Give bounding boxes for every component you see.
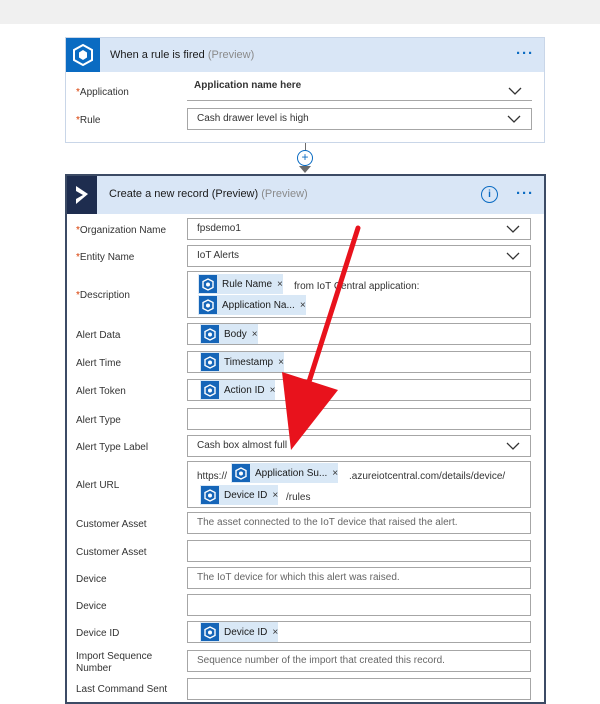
organization-name-dropdown[interactable]: fpsdemo1 [187,218,531,240]
alert-token-field[interactable]: Action ID × [187,379,531,401]
alert-time-field[interactable]: Timestamp × [187,351,531,373]
token-application-name[interactable]: Application Na... × [198,295,306,315]
iot-central-icon [201,623,219,641]
description-field[interactable]: Rule Name × from IoT Central application:… [187,271,531,318]
iot-central-icon [201,353,219,371]
iot-central-icon [201,486,219,504]
alert-type-label-label: Alert Type Label [76,442,149,453]
remove-token-icon[interactable]: × [270,385,276,396]
remove-token-icon[interactable]: × [252,329,258,340]
alert-data-field[interactable]: Body × [187,323,531,345]
trigger-header[interactable]: When a rule is fired (Preview) ··· [66,38,544,72]
remove-token-icon[interactable]: × [272,490,278,501]
trigger-card: When a rule is fired (Preview) ··· *Appl… [65,37,545,143]
chevron-down-icon [506,442,520,450]
dynamics-icon [67,176,97,214]
remove-token-icon[interactable]: × [277,279,283,290]
alert-url-label: Alert URL [76,480,120,491]
add-step-icon[interactable]: + [297,150,313,166]
description-label: *Description [76,290,130,301]
application-dropdown[interactable]: Application name here [187,79,532,101]
remove-token-icon[interactable]: × [332,468,338,479]
iot-central-icon [66,38,100,72]
connector-arrow-icon [299,166,311,173]
top-band [0,0,600,24]
chevron-down-icon [507,115,521,123]
rule-dropdown[interactable]: Cash drawer level is high [187,108,532,130]
action-header[interactable]: Create a new record (Preview) (Preview) … [67,176,544,214]
token-timestamp[interactable]: Timestamp × [200,352,284,372]
import-sequence-number-input[interactable]: Sequence number of the import that creat… [187,650,531,672]
remove-token-icon[interactable]: × [272,627,278,638]
application-label: *Application [76,87,129,98]
remove-token-icon[interactable]: × [300,300,306,311]
device-2-label: Device [76,601,107,612]
device-2-input[interactable] [187,594,531,616]
trigger-title: When a rule is fired (Preview) [110,49,255,61]
device-id-field[interactable]: Device ID × [187,621,531,643]
import-sequence-number-label: Import Sequence Number [76,651,153,674]
token-action-id[interactable]: Action ID × [200,380,276,400]
token-device-id[interactable]: Device ID × [200,622,279,642]
iot-central-icon [199,296,217,314]
remove-token-icon[interactable]: × [278,357,284,368]
alert-type-label: Alert Type [76,415,121,426]
rule-label: *Rule [76,115,101,126]
customer-asset-input[interactable]: The asset connected to the IoT device th… [187,512,531,534]
alert-type-field[interactable] [187,408,531,430]
chevron-down-icon [508,87,522,95]
device-label: Device [76,574,107,585]
more-options-icon[interactable]: ··· [516,45,534,62]
customer-asset-2-input[interactable] [187,540,531,562]
iot-central-icon [201,325,219,343]
token-device-id[interactable]: Device ID × [200,485,279,505]
chevron-down-icon [506,252,520,260]
device-input[interactable]: The IoT device for which this alert was … [187,567,531,589]
more-options-icon[interactable]: ··· [516,185,534,202]
iot-central-icon [199,275,217,293]
alert-data-label: Alert Data [76,330,121,341]
alert-time-label: Alert Time [76,358,122,369]
iot-central-icon [232,464,250,482]
last-command-sent-label: Last Command Sent [76,684,168,695]
alert-type-label-dropdown[interactable]: Cash box almost full [187,435,531,457]
customer-asset-label: Customer Asset [76,519,147,530]
token-rule-name[interactable]: Rule Name × [198,274,283,294]
alert-url-field[interactable]: https:// Application Su... × .azureiotcen… [187,461,531,508]
token-application-subdomain[interactable]: Application Su... × [231,463,339,483]
info-icon[interactable]: i [481,186,498,203]
alert-token-label: Alert Token [76,386,126,397]
token-body[interactable]: Body × [200,324,258,344]
iot-central-icon [201,381,219,399]
customer-asset-2-label: Customer Asset [76,547,147,558]
entity-name-label: *Entity Name [76,252,135,263]
chevron-down-icon [506,225,520,233]
action-title: Create a new record (Preview) (Preview) [109,188,308,200]
device-id-label: Device ID [76,628,120,639]
entity-name-dropdown[interactable]: IoT Alerts [187,245,531,267]
organization-name-label: *Organization Name [76,225,167,236]
